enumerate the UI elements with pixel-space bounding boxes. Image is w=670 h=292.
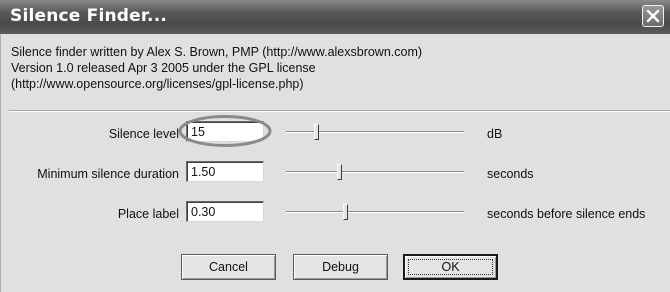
window-title: Silence Finder... [10, 6, 168, 26]
minimum-silence-duration-field[interactable] [186, 161, 264, 182]
slider-thumb[interactable] [314, 124, 320, 140]
title-bar[interactable]: Silence Finder... [0, 0, 670, 34]
place-label-unit: seconds before silence ends [487, 207, 646, 221]
header-divider [9, 110, 670, 112]
cancel-button[interactable]: Cancel [181, 254, 276, 280]
close-button[interactable] [642, 5, 664, 27]
slider-track [286, 131, 464, 133]
minimum-silence-duration-label: Minimum silence duration [37, 167, 179, 181]
silence-level-slider[interactable] [286, 124, 464, 140]
slider-track [286, 211, 464, 213]
close-icon [646, 9, 660, 23]
intro-line-license-url: (http://www.opensource.org/licenses/gpl-… [11, 77, 304, 91]
silence-finder-dialog: Silence Finder... Silence finder written… [0, 0, 670, 292]
debug-button[interactable]: Debug [293, 254, 388, 280]
slider-track [286, 171, 464, 173]
slider-thumb[interactable] [337, 164, 343, 180]
intro-line-version: Version 1.0 released Apr 3 2005 under th… [11, 61, 316, 75]
slider-thumb[interactable] [342, 204, 348, 220]
dialog-body: Silence finder written by Alex S. Brown,… [0, 34, 670, 292]
minimum-silence-duration-slider[interactable] [286, 164, 464, 180]
intro-text: Silence finder written by Alex S. Brown,… [11, 44, 422, 92]
place-label-slider[interactable] [286, 204, 464, 220]
intro-line-author: Silence finder written by Alex S. Brown,… [11, 45, 423, 59]
silence-level-field[interactable] [186, 121, 264, 142]
minimum-silence-duration-unit: seconds [487, 167, 534, 181]
place-label-label: Place label [117, 207, 179, 221]
place-label-field[interactable] [186, 201, 264, 222]
ok-button[interactable]: OK [403, 254, 498, 280]
silence-level-label: Silence level [108, 127, 179, 141]
silence-level-unit: dB [487, 127, 503, 141]
